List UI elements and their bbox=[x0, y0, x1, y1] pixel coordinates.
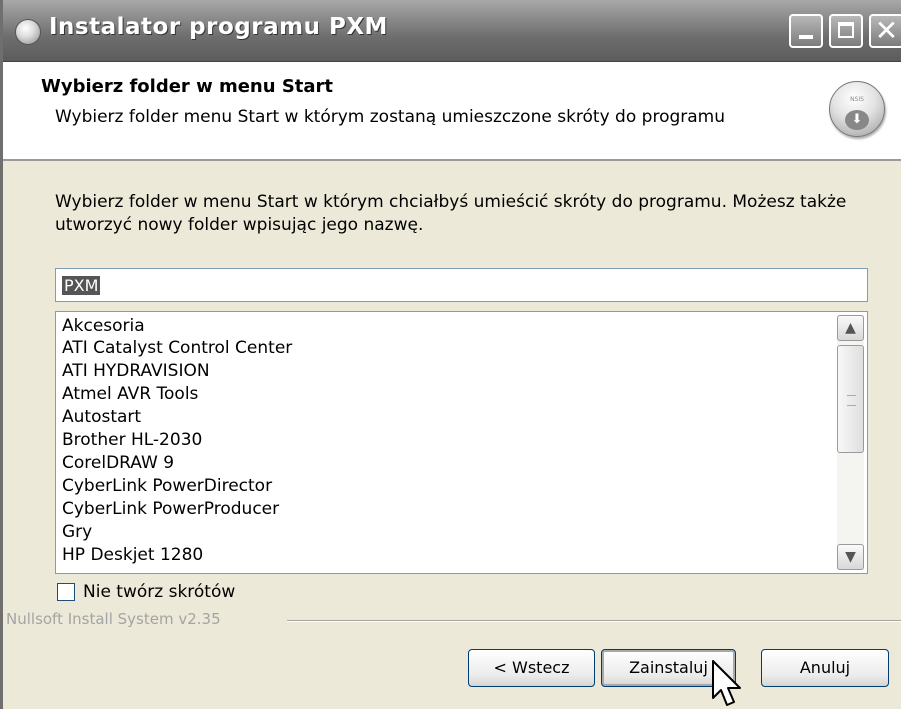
minimize-icon bbox=[799, 35, 813, 39]
list-item[interactable]: CorelDRAW 9 bbox=[62, 452, 174, 474]
window-title: Instalator programu PXM bbox=[49, 14, 388, 40]
list-item[interactable]: CyberLink PowerDirector bbox=[62, 475, 272, 497]
back-button[interactable]: < Wstecz bbox=[468, 649, 595, 687]
title-bar[interactable]: Instalator programu PXM ✕ bbox=[3, 0, 901, 62]
list-item[interactable]: HP Deskjet 1280 bbox=[62, 544, 203, 566]
no-shortcuts-label[interactable]: Nie twórz skrótów bbox=[83, 581, 235, 603]
list-item[interactable]: Autostart bbox=[62, 406, 141, 428]
maximize-icon bbox=[838, 22, 854, 38]
scroll-down-button[interactable]: ▼ bbox=[837, 544, 864, 570]
start-menu-folder-list[interactable]: Akcesoria ATI Catalyst Control Center AT… bbox=[55, 311, 868, 574]
installer-window: Instalator programu PXM ✕ Wybierz folder… bbox=[0, 0, 901, 709]
mouse-pointer-icon bbox=[712, 660, 741, 706]
vertical-scrollbar[interactable]: ▲ ▼ bbox=[837, 315, 864, 570]
footer-divider bbox=[287, 620, 901, 622]
close-icon: ✕ bbox=[874, 14, 899, 47]
list-item[interactable]: Brother HL-2030 bbox=[62, 429, 202, 451]
installer-icon bbox=[15, 19, 41, 45]
cancel-button[interactable]: Anuluj bbox=[761, 649, 889, 687]
page-subtitle: Wybierz folder menu Start w którym zosta… bbox=[55, 107, 725, 127]
page-header: Wybierz folder w menu Start Wybierz fold… bbox=[3, 62, 901, 161]
maximize-button[interactable] bbox=[829, 14, 863, 48]
instruction-text: Wybierz folder w menu Start w którym chc… bbox=[55, 192, 847, 235]
no-shortcuts-checkbox[interactable] bbox=[57, 583, 75, 601]
scroll-up-button[interactable]: ▲ bbox=[837, 315, 864, 341]
list-item[interactable]: ATI Catalyst Control Center bbox=[62, 337, 292, 359]
minimize-button[interactable] bbox=[789, 14, 823, 48]
folder-input-value: PXM bbox=[62, 276, 101, 295]
page-title: Wybierz folder w menu Start bbox=[41, 76, 334, 97]
grip-icon bbox=[847, 395, 856, 406]
list-item[interactable]: ATI HYDRAVISION bbox=[62, 360, 210, 382]
scrollbar-thumb[interactable] bbox=[837, 345, 864, 453]
nsis-branding: Nullsoft Install System v2.35 bbox=[6, 610, 221, 628]
start-menu-folder-input[interactable]: PXM bbox=[55, 268, 868, 302]
nsis-logo-icon: NSIS ⬇ bbox=[829, 81, 885, 137]
nsis-logo-label: NSIS bbox=[850, 96, 864, 103]
chevron-down-icon: ▼ bbox=[845, 549, 856, 565]
chevron-up-icon: ▲ bbox=[845, 320, 856, 336]
down-arrow-icon: ⬇ bbox=[845, 110, 869, 130]
list-item[interactable]: Gry bbox=[62, 521, 92, 543]
list-item[interactable]: Akcesoria bbox=[62, 315, 145, 337]
list-item[interactable]: Atmel AVR Tools bbox=[62, 383, 198, 405]
close-button[interactable]: ✕ bbox=[869, 14, 901, 48]
list-item[interactable]: CyberLink PowerProducer bbox=[62, 498, 279, 520]
